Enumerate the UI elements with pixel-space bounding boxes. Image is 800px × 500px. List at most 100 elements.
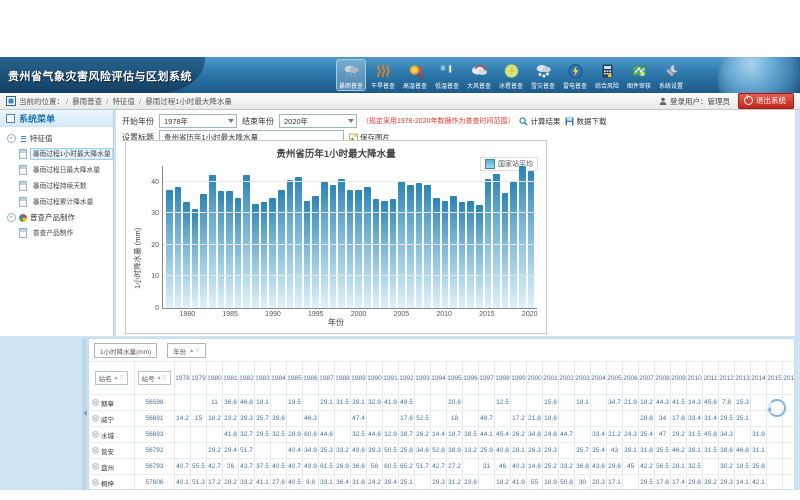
value-cell-1997: 48.7 — [479, 411, 495, 426]
value-cell-1995: 18 — [447, 411, 463, 426]
year-column-header-1995: 1995 — [447, 362, 463, 394]
year-column-header-1986: 1986 — [303, 362, 319, 394]
year-sort-control[interactable]: 年份 ▲▽ — [167, 343, 206, 358]
panel-splitter[interactable] — [82, 338, 87, 490]
year-column-header-1999: 1999 — [511, 362, 527, 394]
chevron-down-icon — [348, 119, 354, 123]
tree-expand-icon — [7, 213, 16, 222]
start-year-select[interactable]: 1978年 — [159, 114, 237, 128]
value-cell-2007: 31.8 — [639, 443, 655, 458]
value-cell-2012: 29.3 — [719, 475, 735, 490]
table-row-盘州[interactable]: 盘州5679340.755.542.72643.737.540.540.749.… — [89, 458, 794, 474]
nav-item-label: 低温普查 — [435, 80, 459, 89]
value-cell-1991 — [383, 411, 399, 426]
row-expand-icon[interactable] — [92, 399, 99, 406]
value-cell-1984: 39.6 — [271, 411, 287, 426]
row-expand-icon[interactable] — [92, 447, 99, 454]
nav-item-冰雹普查[interactable]: 冰雹普查 — [496, 59, 526, 91]
end-year-select[interactable]: 2020年 — [279, 114, 357, 128]
bar-2003 — [381, 201, 388, 308]
value-cell-2016 — [783, 427, 795, 442]
sidebar-item-暴雨过程持续天数[interactable]: 暴雨过程持续天数 — [0, 178, 113, 194]
value-cell-2007: 28.8 — [639, 411, 655, 426]
bar-1989 — [261, 202, 268, 308]
nav-item-雪灾普查[interactable]: 雪灾普查 — [528, 59, 558, 91]
value-cell-1994 — [431, 395, 447, 410]
value-cell-1993 — [415, 475, 431, 490]
bar-2005 — [398, 182, 405, 308]
table-row-水城[interactable]: 水城5669341.832.729.532.528.960.644.632.54… — [89, 426, 794, 442]
station-data-grid: 站名▲▽站号▲▽19781979198019811982198319841985… — [89, 361, 794, 490]
station-id-sort-control[interactable]: 站号▲▽ — [138, 371, 172, 385]
year-column-header-2001: 2001 — [543, 362, 559, 394]
value-cell-2012: 7.8 — [719, 395, 735, 410]
bar-1988 — [252, 204, 259, 308]
sidebar-item-暴雨过程累计降水量[interactable]: 暴雨过程累计降水量 — [0, 194, 113, 210]
row-expand-icon[interactable] — [92, 479, 99, 486]
table-row-普安[interactable]: 普安5679229.229.451.740.434.935.333.249.63… — [89, 442, 794, 458]
value-cell-1995: 27.2 — [447, 459, 463, 474]
value-cell-2011: 31.5 — [703, 443, 719, 458]
value-cell-2003 — [575, 427, 591, 442]
breadcrumb-item[interactable]: 特征值 — [112, 97, 135, 106]
value-cell-2011: 45.8 — [703, 427, 719, 442]
bar-2017 — [502, 193, 509, 308]
value-cell-1992: 25.8 — [399, 443, 415, 458]
value-type-filter[interactable]: 1小时降水量(mm) — [94, 343, 157, 358]
value-cell-2004 — [591, 395, 607, 410]
gridline — [163, 244, 537, 245]
calculate-button[interactable]: 计算结果 — [519, 116, 560, 127]
row-expand-icon[interactable] — [92, 463, 99, 470]
sidebar-item-label: 暴雨过程累计降水量 — [30, 196, 96, 208]
nav-item-暴雨普查[interactable]: 暴雨普查 — [336, 59, 366, 91]
end-year-label: 结束年份 — [242, 116, 274, 127]
value-cell-1985: 40.7 — [287, 459, 303, 474]
nav-item-大风普查[interactable]: 大风普查 — [464, 59, 494, 91]
map-icon — [631, 63, 648, 79]
download-button[interactable]: 数据下载 — [565, 116, 606, 127]
nav-item-雷电普查[interactable]: 雷电普查 — [560, 59, 590, 91]
sidebar-item-暴雨过程日最大降水量[interactable]: 暴雨过程日最大降水量 — [0, 162, 113, 178]
value-cell-1999 — [511, 395, 527, 410]
sidebar-item-暴雨过程1小时最大降水量[interactable]: 暴雨过程1小时最大降水量 — [0, 146, 113, 162]
table-row-桐梓[interactable]: 桐梓5760640.151.317.228.233.241.127.640.59… — [89, 474, 794, 490]
value-cell-2010: 32.5 — [687, 459, 703, 474]
year-column-header-1991: 1991 — [383, 362, 399, 394]
sidebar-group-普查产品制作[interactable]: 普查产品制作 — [0, 210, 113, 225]
nav-item-干旱普查[interactable]: 干旱普查 — [368, 59, 398, 91]
nav-item-图件审核[interactable]: 图件审核 — [624, 59, 654, 91]
value-cell-1994 — [431, 411, 447, 426]
nav-item-高温普查[interactable]: 高温普查 — [400, 59, 430, 91]
sidebar-item-普查产品制作[interactable]: 普查产品制作 — [0, 225, 113, 241]
value-cell-2006 — [623, 475, 639, 490]
sidebar: 系统菜单 特征值暴雨过程1小时最大降水量暴雨过程日最大降水量暴雨过程持续天数暴雨… — [0, 110, 114, 336]
year-column-header-1988: 1988 — [335, 362, 351, 394]
value-cell-1983 — [255, 443, 271, 458]
table-row-赫章[interactable]: 赫章565981136.646.818.119.529.131.539.132.… — [89, 394, 794, 410]
breadcrumb-item[interactable]: 暴雨过程1小时最大降水量 — [145, 97, 232, 106]
row-expand-icon[interactable] — [92, 415, 99, 422]
nav-toolbar: 暴雨普查干旱普查高温普查低温普查大风普查冰雹普查雪灾普查雷电普查综合风险图件审核… — [336, 59, 686, 91]
station-sort-control[interactable]: 站名▲▽ — [95, 371, 129, 385]
breadcrumb-prefix: 当前的位置： — [19, 96, 64, 107]
nav-item-系统设置[interactable]: 系统设置 — [656, 59, 686, 91]
y-tick-label: 40 — [137, 179, 159, 186]
value-cell-2009: 41.5 — [671, 395, 687, 410]
value-cell-1992: 38.7 — [399, 427, 415, 442]
value-cell-1984 — [271, 443, 287, 458]
table-row-威宁[interactable]: 威宁5669114.21516.223.239.335.739.646.347.… — [89, 410, 794, 426]
value-cell-1987: 35.3 — [319, 443, 335, 458]
value-cell-1991: 39.4 — [383, 475, 399, 490]
x-tick-label: 2010 — [436, 311, 452, 318]
value-cell-1996: 38.5 — [463, 427, 479, 442]
nav-item-综合风险[interactable]: 综合风险 — [592, 59, 622, 91]
nav-item-低温普查[interactable]: 低温普查 — [432, 59, 462, 91]
breadcrumb-item[interactable]: 暴雨普查 — [72, 97, 102, 106]
value-cell-1995: 31.2 — [447, 475, 463, 490]
sidebar-group-特征值[interactable]: 特征值 — [0, 131, 113, 146]
station-name: 赫章 — [101, 398, 114, 408]
logout-button[interactable]: 退出系统 — [738, 93, 794, 109]
row-expand-icon[interactable] — [92, 431, 99, 438]
value-cell-1980: 29.2 — [207, 443, 223, 458]
lightning-icon — [567, 63, 584, 79]
